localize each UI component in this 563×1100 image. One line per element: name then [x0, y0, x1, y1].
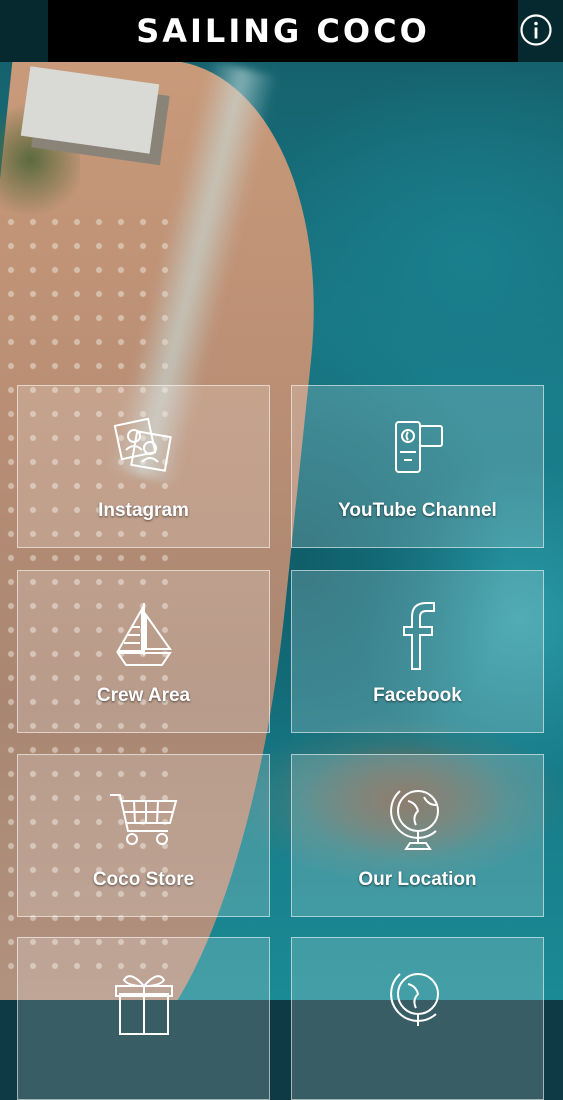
tile-label: Facebook: [373, 685, 462, 706]
tile-facebook[interactable]: Facebook: [291, 570, 544, 733]
tile-label: Our Location: [358, 869, 477, 890]
app-title: SAILING COCO: [136, 12, 430, 50]
tile-globe[interactable]: [291, 937, 544, 1100]
tile-gift[interactable]: [17, 937, 270, 1100]
tile-label: Crew Area: [96, 685, 191, 706]
app-header: SAILING COCO: [0, 0, 563, 62]
globe-icon: [389, 973, 439, 1026]
tile-crew-area[interactable]: Crew Area: [17, 570, 270, 733]
tile-label: Coco Store: [92, 869, 195, 890]
facebook-icon: [402, 602, 435, 670]
title-bar: SAILING COCO: [48, 0, 518, 62]
tile-coco-store[interactable]: Coco Store: [17, 754, 270, 917]
tile-youtube-channel[interactable]: YouTube Channel: [291, 385, 544, 548]
tile-label: Instagram: [98, 500, 189, 521]
shopping-cart-icon: [109, 794, 177, 845]
info-button[interactable]: [519, 13, 553, 47]
info-icon: [520, 14, 552, 46]
photos-icon: [113, 417, 172, 472]
gift-icon: [114, 975, 173, 1035]
globe-icon: [389, 790, 439, 850]
sailboat-icon: [115, 603, 172, 666]
tile-instagram[interactable]: Instagram: [17, 385, 270, 548]
tile-our-location[interactable]: Our Location: [291, 754, 544, 917]
video-camera-icon: [394, 421, 443, 473]
tile-label: YouTube Channel: [338, 500, 497, 521]
